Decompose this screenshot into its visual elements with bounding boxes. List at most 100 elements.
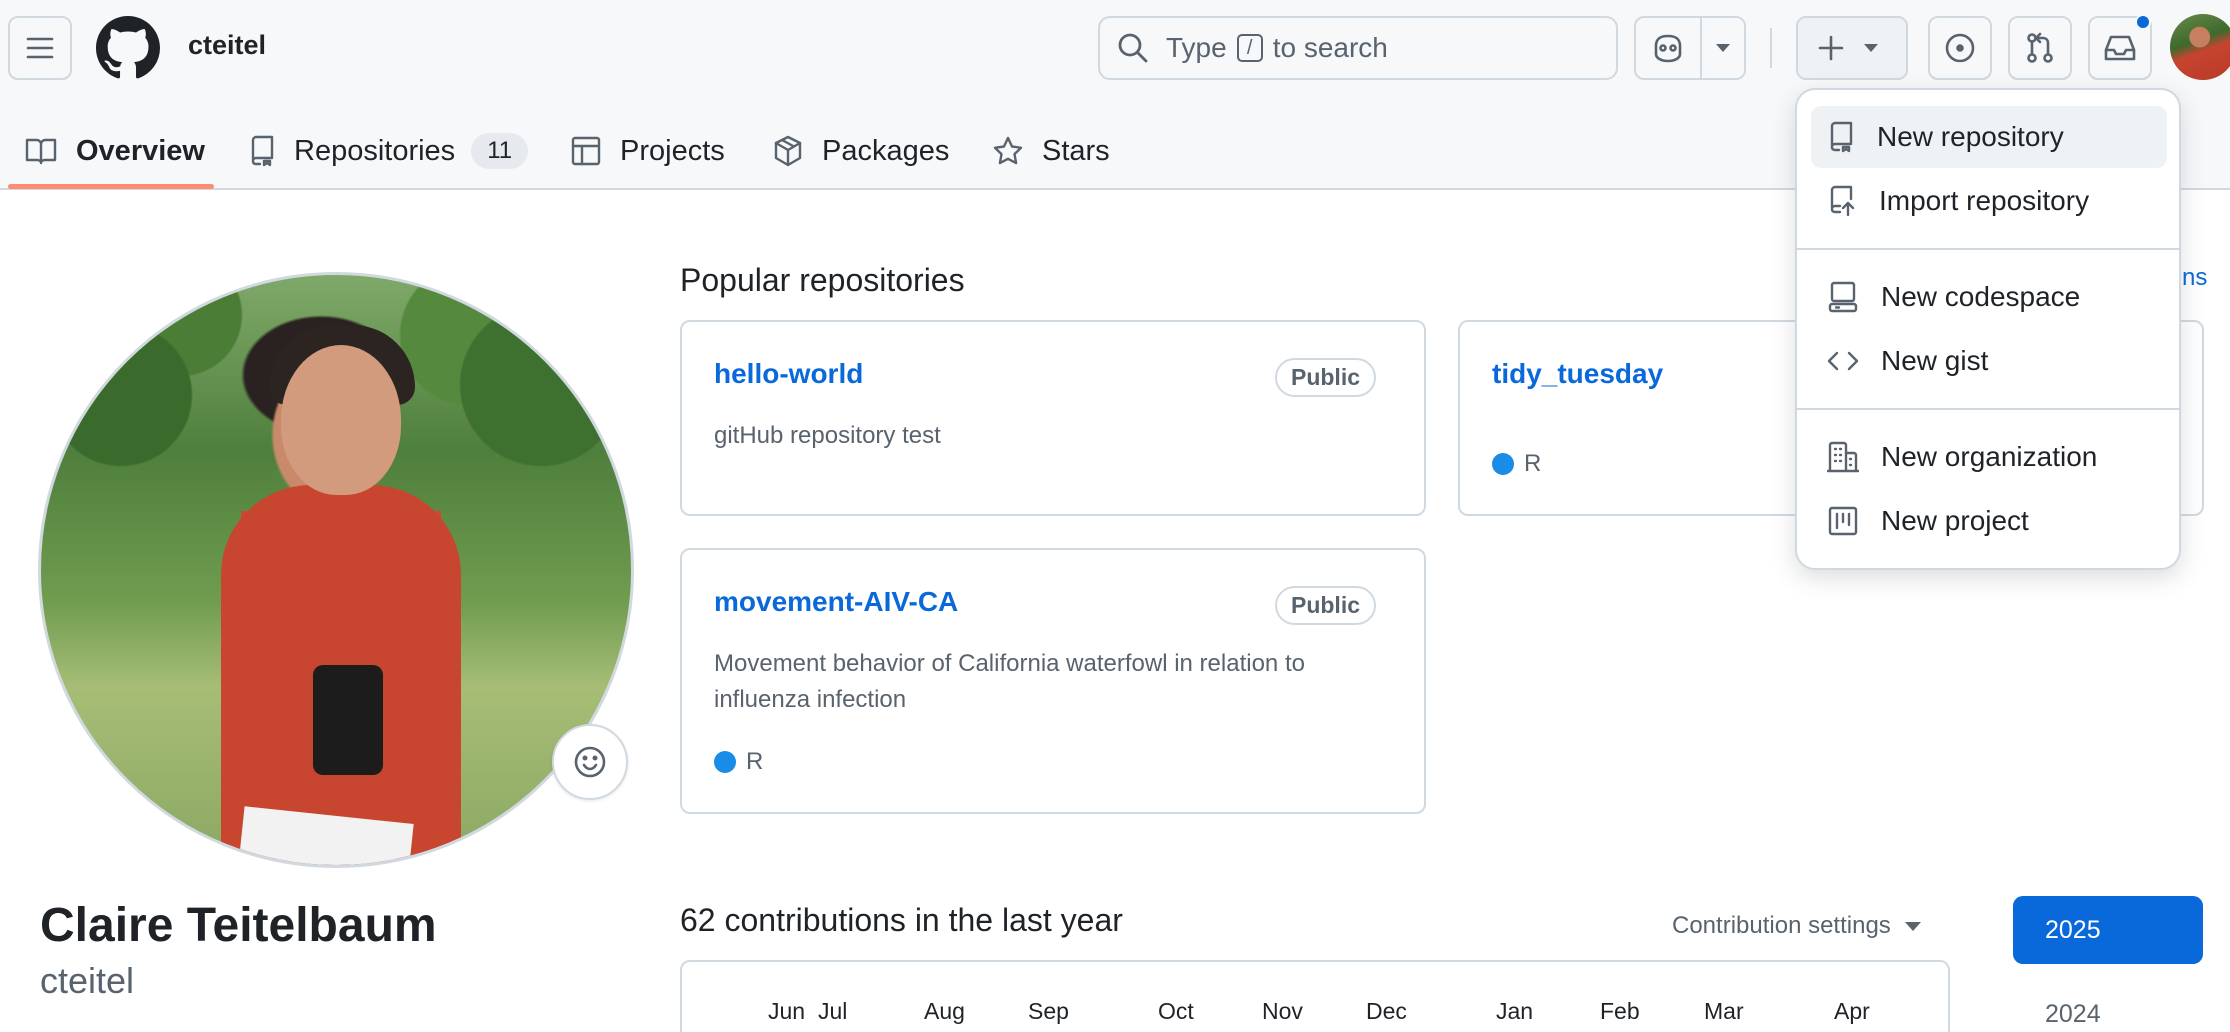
repo-icon bbox=[251, 135, 274, 167]
repo-name-link[interactable]: hello-world bbox=[714, 358, 863, 390]
github-logo-icon[interactable] bbox=[96, 16, 160, 80]
triangle-down-icon bbox=[1904, 921, 1921, 931]
repo-name-link[interactable]: movement-AIV-CA bbox=[714, 586, 958, 618]
profile-full-name: Claire Teitelbaum bbox=[40, 899, 437, 952]
menu-divider bbox=[1797, 408, 2179, 410]
repo-card: hello-world Public gitHub repository tes… bbox=[680, 320, 1426, 516]
visibility-badge: Public bbox=[1274, 358, 1376, 397]
create-new-button[interactable] bbox=[1796, 16, 1908, 80]
calendar-month: Jun bbox=[768, 998, 806, 1024]
search-input[interactable]: Type / to search bbox=[1098, 16, 1618, 80]
menu-item-import-repository[interactable]: Import repository bbox=[1811, 170, 2167, 232]
table-icon bbox=[571, 136, 601, 166]
menu-item-new-codespace[interactable]: New codespace bbox=[1811, 266, 2167, 328]
tab-projects[interactable]: Projects bbox=[570, 112, 725, 190]
repo-push-icon bbox=[1830, 185, 1855, 217]
set-status-button[interactable] bbox=[552, 724, 628, 800]
contribution-settings-button[interactable]: Contribution settings bbox=[1672, 912, 1921, 940]
contribution-settings-label: Contribution settings bbox=[1672, 912, 1891, 939]
inbox-icon bbox=[2104, 35, 2136, 61]
language-color-dot bbox=[1492, 453, 1514, 475]
search-suffix: to search bbox=[1272, 32, 1388, 63]
tab-stars[interactable]: Stars bbox=[992, 112, 1110, 190]
menu-item-new-gist[interactable]: New gist bbox=[1811, 330, 2167, 392]
repositories-count: 11 bbox=[471, 133, 529, 169]
header-username[interactable]: cteitel bbox=[188, 30, 266, 61]
organization-icon bbox=[1827, 441, 1859, 473]
tab-packages[interactable]: Packages bbox=[772, 112, 949, 190]
copilot-button[interactable] bbox=[1634, 16, 1702, 80]
menu-item-label: New organization bbox=[1881, 441, 2098, 472]
package-icon bbox=[774, 135, 802, 167]
tab-overview[interactable]: Overview bbox=[24, 112, 205, 190]
project-icon bbox=[1828, 506, 1858, 536]
calendar-month: Jul bbox=[818, 998, 848, 1024]
copilot-icon bbox=[1654, 34, 1682, 63]
tab-label: Packages bbox=[822, 134, 950, 167]
repo-icon bbox=[1830, 121, 1853, 153]
tab-label: Repositories bbox=[294, 134, 456, 167]
menu-item-label: New project bbox=[1881, 505, 2029, 536]
tab-label: Projects bbox=[620, 134, 725, 167]
repo-language: R bbox=[714, 748, 763, 776]
search-icon bbox=[1118, 33, 1148, 63]
calendar-month: Dec bbox=[1366, 998, 1407, 1024]
menu-button[interactable] bbox=[8, 16, 72, 80]
smiley-icon bbox=[574, 746, 606, 778]
year-button[interactable]: 2024 bbox=[2045, 1000, 2101, 1029]
copilot-dropdown-button[interactable] bbox=[1700, 16, 1746, 80]
language-name: R bbox=[746, 748, 764, 775]
contribution-calendar: Jun Jul Aug Sep Oct Nov Dec Jan Feb Mar … bbox=[680, 960, 1950, 1032]
year-button-selected[interactable]: 2025 bbox=[2013, 896, 2203, 964]
profile-photo bbox=[38, 272, 634, 868]
hamburger-icon bbox=[26, 37, 54, 59]
tab-repositories[interactable]: Repositories 11 bbox=[248, 112, 529, 190]
pull-requests-button[interactable] bbox=[2008, 16, 2072, 80]
language-color-dot bbox=[714, 751, 736, 773]
issues-button[interactable] bbox=[1928, 16, 1992, 80]
menu-item-label: New gist bbox=[1881, 345, 1989, 376]
calendar-month: Sep bbox=[1028, 998, 1069, 1024]
contributions-title: 62 contributions in the last year bbox=[680, 902, 1123, 938]
active-tab-indicator bbox=[8, 184, 214, 189]
header-divider bbox=[1770, 28, 1772, 68]
calendar-month: Oct bbox=[1158, 998, 1194, 1024]
tab-label: Stars bbox=[1042, 134, 1110, 167]
create-new-menu: New repository Import repository New cod… bbox=[1795, 88, 2181, 570]
triangle-down-icon bbox=[1864, 44, 1878, 52]
menu-item-label: Import repository bbox=[1879, 185, 2090, 216]
repo-description: gitHub repository test bbox=[714, 422, 941, 449]
menu-item-label: New repository bbox=[1877, 121, 2064, 152]
calendar-month: Jan bbox=[1496, 998, 1534, 1024]
notification-indicator bbox=[2135, 14, 2151, 30]
user-avatar[interactable] bbox=[2170, 14, 2230, 80]
menu-item-new-repository[interactable]: New repository bbox=[1811, 106, 2167, 168]
star-icon bbox=[993, 136, 1023, 165]
calendar-month: Feb bbox=[1600, 998, 1640, 1024]
popular-repositories-title: Popular repositories bbox=[680, 262, 965, 298]
profile-login: cteitel bbox=[40, 960, 135, 1001]
git-pull-request-icon bbox=[2027, 32, 2053, 63]
repo-card: movement-AIV-CA Public Movement behavior… bbox=[680, 548, 1426, 814]
search-shortcut-key: / bbox=[1236, 34, 1263, 62]
codespaces-icon bbox=[1828, 281, 1858, 313]
calendar-month: Apr bbox=[1834, 998, 1870, 1024]
repo-name-link[interactable]: tidy_tuesday bbox=[1492, 358, 1663, 390]
menu-item-new-organization[interactable]: New organization bbox=[1811, 426, 2167, 488]
calendar-month: Aug bbox=[924, 998, 965, 1024]
customize-pins-link[interactable]: ns bbox=[2182, 264, 2207, 292]
language-name: R bbox=[1524, 450, 1542, 477]
visibility-badge: Public bbox=[1274, 586, 1376, 625]
tab-label: Overview bbox=[76, 134, 205, 167]
repo-language: R bbox=[1492, 450, 1541, 478]
menu-item-new-project[interactable]: New project bbox=[1811, 490, 2167, 552]
code-icon bbox=[1827, 351, 1859, 371]
menu-item-label: New codespace bbox=[1881, 281, 2081, 312]
repo-description: Movement behavior of California waterfow… bbox=[714, 650, 1305, 713]
search-prefix: Type bbox=[1166, 32, 1227, 63]
calendar-month: Nov bbox=[1262, 998, 1303, 1024]
menu-divider bbox=[1797, 248, 2179, 250]
book-icon bbox=[25, 138, 57, 165]
triangle-down-icon bbox=[1716, 44, 1730, 52]
calendar-month: Mar bbox=[1704, 998, 1744, 1024]
